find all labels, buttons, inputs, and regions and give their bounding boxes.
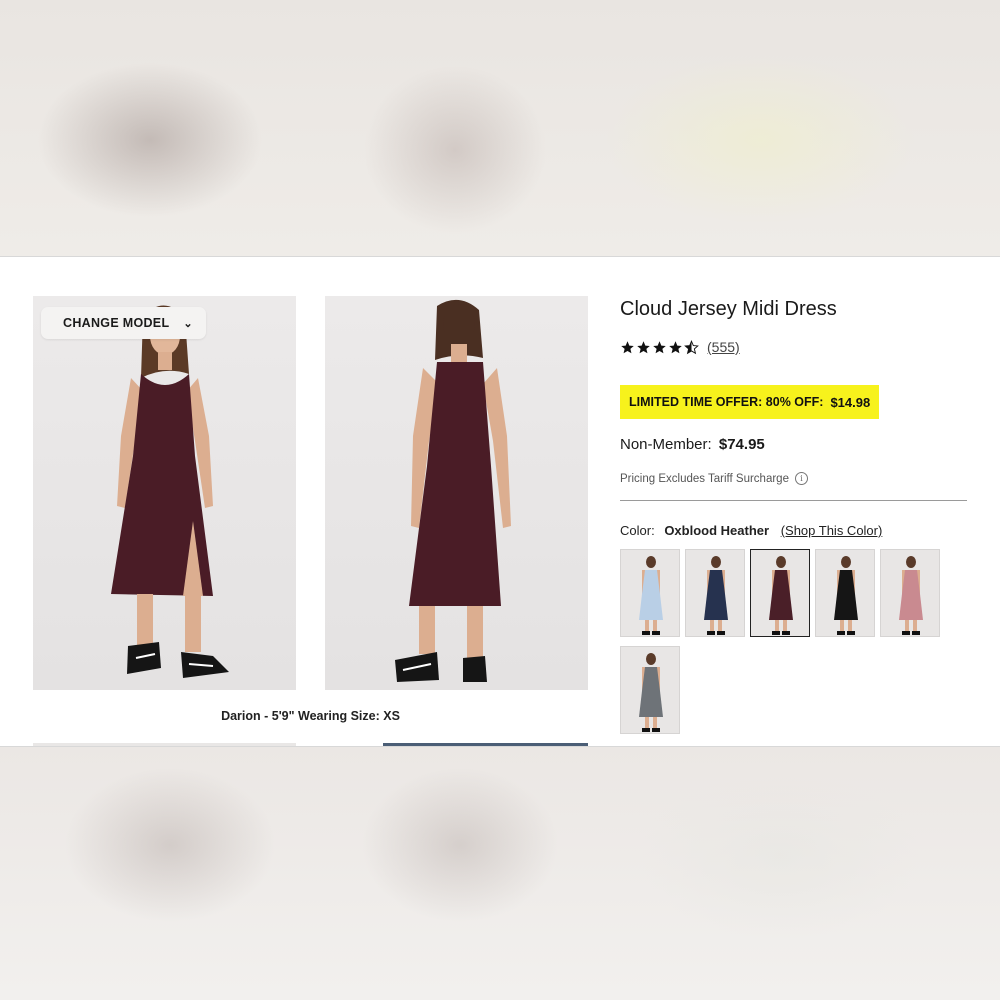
product-title: Cloud Jersey Midi Dress [620,298,837,320]
color-swatch-heather-grey[interactable] [620,646,680,734]
selected-color-name: Oxblood Heather [664,523,770,538]
blurred-background-bottom [0,745,1000,1000]
color-swatch-black[interactable] [815,549,875,637]
star-icon [652,340,667,355]
tariff-note-text: Pricing Excludes Tariff Surcharge [620,472,789,485]
limited-offer-badge: LIMITED TIME OFFER: 80% OFF: $14.98 [620,385,880,419]
color-swatch-light-blue[interactable] [620,549,680,637]
color-swatch-oxblood-heather[interactable] [750,549,810,637]
non-member-label: Non-Member: [620,436,712,453]
model-caption: Darion - 5'9" Wearing Size: XS [221,709,400,723]
color-swatch-rose[interactable] [880,549,940,637]
tariff-note: Pricing Excludes Tariff Surcharge i [620,472,808,485]
next-photo-peek-2 [383,743,588,746]
rating-stars [620,339,699,355]
blurred-background-top [0,0,1000,256]
product-photo-back[interactable] [325,296,588,690]
change-model-label: CHANGE MODEL [63,316,170,330]
offer-label: LIMITED TIME OFFER: 80% OFF: [629,395,824,409]
star-icon [620,340,635,355]
product-page: CHANGE MODEL ⌄ Darion - 5'9" Wearing Siz… [0,256,1000,747]
non-member-price-row: Non-Member: $74.95 [620,436,765,453]
non-member-price: $74.95 [718,436,765,453]
divider [620,500,967,501]
star-icon [668,340,683,355]
next-photo-peek [33,743,296,746]
star-icon [636,340,651,355]
change-model-button[interactable]: CHANGE MODEL ⌄ [41,307,206,339]
rating-row: (555) [620,339,740,355]
color-row: Color: Oxblood Heather (Shop This Color) [620,523,882,538]
half-star-icon [684,339,699,355]
offer-price: $14.98 [830,394,871,410]
product-photo-front[interactable]: CHANGE MODEL ⌄ [33,296,296,690]
chevron-down-icon: ⌄ [183,317,193,330]
review-count-link[interactable]: (555) [707,339,740,355]
shop-this-color-link[interactable]: (Shop This Color) [781,523,883,538]
color-label: Color: [620,523,655,538]
color-swatch-navy[interactable] [685,549,745,637]
info-icon[interactable]: i [794,472,808,485]
